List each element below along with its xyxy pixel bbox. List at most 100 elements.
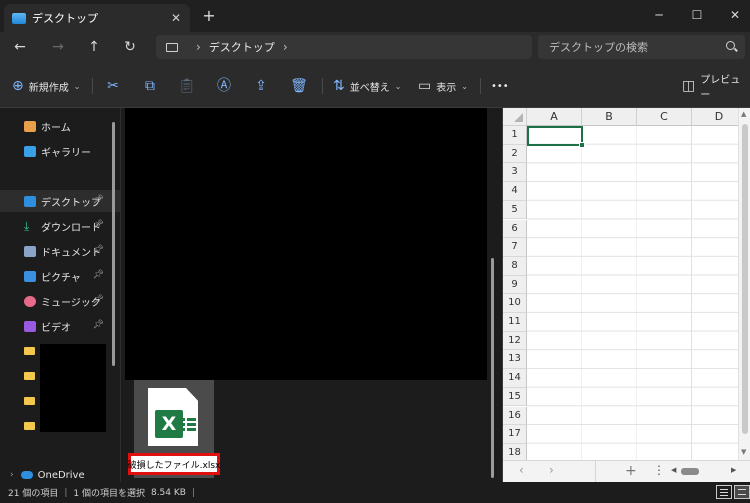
row-header[interactable]: 10 <box>503 294 527 313</box>
sort-button[interactable]: ⇅ 並べ替え ⌄ <box>333 76 401 96</box>
search-input[interactable]: デスクトップの検索 <box>549 39 648 55</box>
scroll-thumb[interactable] <box>742 124 748 434</box>
horizontal-scroll-thumb[interactable] <box>681 468 699 475</box>
add-sheet-button[interactable]: + <box>625 463 637 479</box>
row-header[interactable]: 13 <box>503 350 527 370</box>
refresh-button[interactable]: ↻ <box>118 35 142 59</box>
new-button[interactable]: ⊕ 新規作成 ⌄ <box>12 76 80 96</box>
share-button[interactable]: ⇪ <box>250 76 272 96</box>
sheet-grid[interactable] <box>527 126 739 462</box>
file-name-highlight[interactable]: 破損したファイル.xlsx <box>128 453 220 475</box>
sidebar-item-pictures[interactable]: ピクチャ 📌︎ <box>0 265 120 287</box>
column-header[interactable]: C <box>637 108 692 126</box>
gallery-icon <box>24 145 36 157</box>
pictures-icon <box>24 270 36 282</box>
onedrive-cloud-icon <box>20 471 33 479</box>
sidebar-item-documents[interactable]: ドキュメント 📌︎ <box>0 240 120 262</box>
more-button[interactable]: ••• <box>491 76 509 96</box>
active-cell[interactable] <box>527 126 585 148</box>
tab-desktop[interactable]: デスクトップ ✕ <box>4 4 190 32</box>
preview-pane-button[interactable]: ◫ プレビュー <box>682 75 750 101</box>
row-header[interactable]: 15 <box>503 387 527 407</box>
chevron-right-icon[interactable]: › <box>10 470 14 480</box>
sidebar-item-downloads[interactable]: ⤓ ダウンロード 📌︎ <box>0 215 120 237</box>
pin-icon[interactable]: 📌︎ <box>93 320 104 330</box>
divider: | <box>191 487 195 498</box>
new-tab-button[interactable]: + <box>198 5 220 27</box>
pin-icon[interactable]: 📌︎ <box>93 195 104 205</box>
sidebar-item-label: ホーム <box>41 122 71 134</box>
folder-icon <box>24 397 35 405</box>
row-header[interactable]: 6 <box>503 219 527 239</box>
videos-icon <box>24 320 36 332</box>
more-options-icon[interactable]: ⋮ <box>653 463 665 477</box>
row-header[interactable]: 7 <box>503 238 527 257</box>
row-header[interactable]: 12 <box>503 331 527 351</box>
column-header[interactable]: A <box>527 108 582 126</box>
forward-button[interactable]: → <box>46 35 70 59</box>
sheet-next-icon[interactable]: › <box>549 463 554 477</box>
tiles-view-button[interactable] <box>734 485 750 499</box>
column-header[interactable]: B <box>582 108 637 126</box>
sidebar-item-music[interactable]: ミュージック 📌︎ <box>0 290 120 312</box>
sidebar-scrollbar[interactable] <box>112 122 115 366</box>
sidebar-item-desktop[interactable]: デスクトップ 📌︎ <box>0 190 120 212</box>
file-name: 破損したファイル.xlsx <box>127 460 221 471</box>
copy-button[interactable]: ⧉ <box>139 76 161 96</box>
row-header[interactable]: 8 <box>503 256 527 276</box>
breadcrumb-separator[interactable]: › <box>196 40 201 54</box>
scroll-down-icon[interactable]: ▼ <box>741 448 746 456</box>
row-header[interactable]: 4 <box>503 182 527 201</box>
breadcrumb-desktop[interactable]: デスクトップ <box>209 39 275 55</box>
content-scrollbar[interactable] <box>491 258 494 478</box>
trash-icon: 🗑︎ <box>290 78 308 94</box>
divider <box>322 78 323 94</box>
scroll-left-icon[interactable]: ◀ <box>671 466 676 474</box>
details-view-button[interactable] <box>716 485 732 499</box>
chevron-down-icon: ⌄ <box>73 81 81 91</box>
row-header[interactable]: 14 <box>503 369 527 388</box>
row-header[interactable]: 3 <box>503 163 527 183</box>
tab-close-icon[interactable]: ✕ <box>166 11 186 25</box>
pin-icon[interactable]: 📌︎ <box>93 295 104 305</box>
rename-button[interactable]: Ⓐ <box>213 76 235 96</box>
sheet-prev-icon[interactable]: ‹ <box>519 463 524 477</box>
divider <box>92 78 93 94</box>
row-header[interactable]: 5 <box>503 200 527 220</box>
address-bar[interactable]: › デスクトップ › <box>156 35 532 59</box>
preview-pane-icon: ◫ <box>682 78 696 94</box>
close-window-button[interactable]: ✕ <box>712 0 750 32</box>
paste-button[interactable]: 📋︎ <box>176 76 198 96</box>
row-header[interactable]: 1 <box>503 126 527 145</box>
delete-button[interactable]: 🗑︎ <box>288 76 310 96</box>
sidebar-item-label: ビデオ <box>41 322 71 334</box>
view-button[interactable]: ▭ 表示 ⌄ <box>418 76 468 96</box>
pin-icon[interactable]: 📌︎ <box>93 220 104 230</box>
row-header[interactable]: 16 <box>503 406 527 426</box>
scroll-up-icon[interactable]: ▲ <box>741 110 746 118</box>
sidebar-item-gallery[interactable]: ギャラリー <box>0 140 120 162</box>
this-pc-icon[interactable] <box>166 42 178 52</box>
scroll-right-icon[interactable]: ▶ <box>731 466 736 474</box>
sheet-vertical-scrollbar[interactable]: ▲ ▼ <box>738 108 750 462</box>
row-header[interactable]: 2 <box>503 144 527 164</box>
sidebar-item-videos[interactable]: ビデオ 📌︎ <box>0 315 120 337</box>
breadcrumb-separator-end[interactable]: › <box>283 40 288 54</box>
desktop-icon <box>24 195 36 207</box>
select-all-corner[interactable] <box>503 108 527 126</box>
pin-icon[interactable]: 📌︎ <box>93 245 104 255</box>
row-header[interactable]: 17 <box>503 425 527 444</box>
up-button[interactable]: ↑ <box>82 35 106 59</box>
music-icon <box>24 295 36 307</box>
row-header[interactable]: 9 <box>503 275 527 295</box>
status-bar: 21 個の項目 | 1 個の項目を選択 8.54 KB | <box>0 482 750 503</box>
back-button[interactable]: ← <box>8 35 32 59</box>
folder-icon <box>24 347 35 355</box>
selection-count: 1 個の項目を選択 <box>73 489 145 499</box>
cut-button[interactable]: ✂ <box>102 76 124 96</box>
search-box[interactable]: デスクトップの検索 <box>538 35 745 59</box>
pin-icon[interactable]: 📌︎ <box>93 270 104 280</box>
sidebar-item-label: ギャラリー <box>41 147 91 159</box>
row-header[interactable]: 11 <box>503 313 527 332</box>
sidebar-item-home[interactable]: ホーム <box>0 115 120 137</box>
